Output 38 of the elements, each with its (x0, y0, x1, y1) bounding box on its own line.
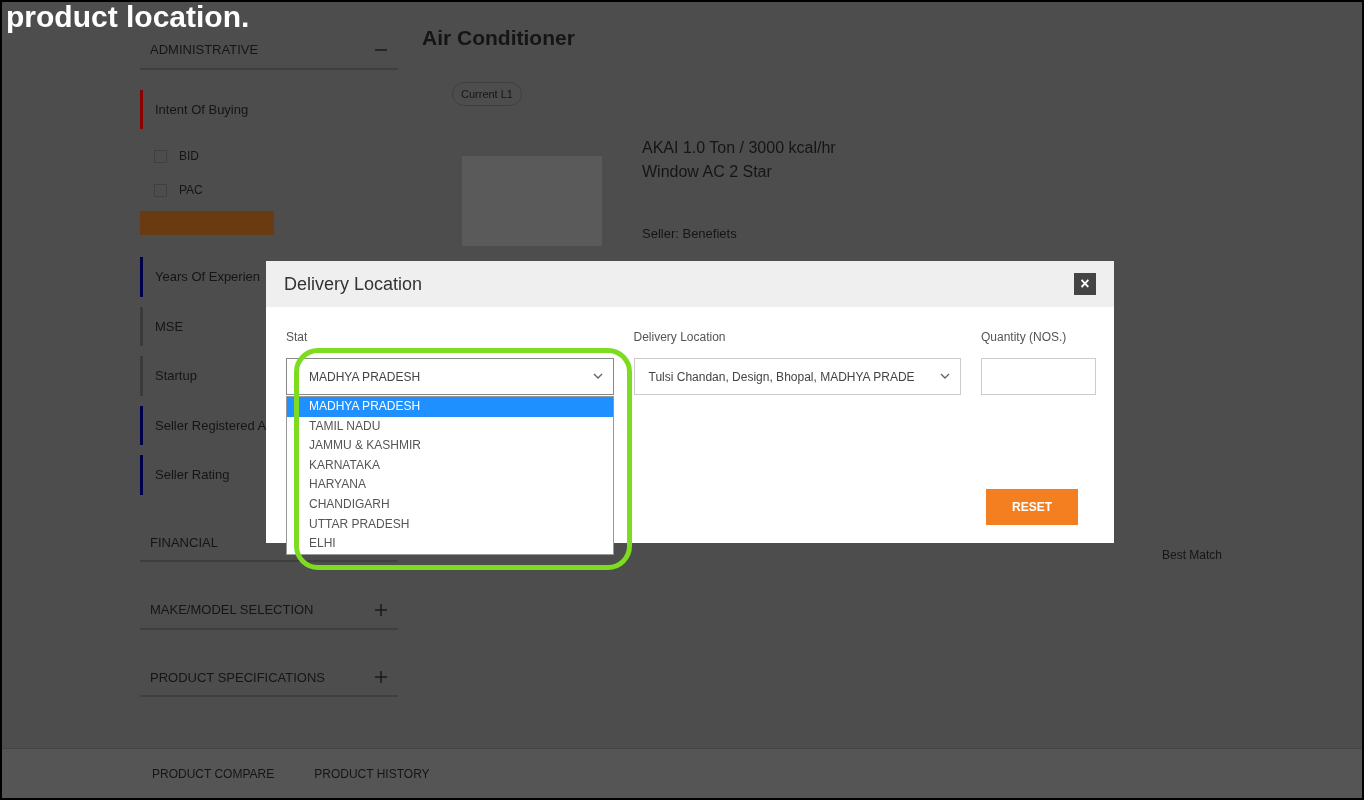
seller-name: Seller: Benefiets (642, 225, 738, 243)
modal-title: Delivery Location (284, 272, 423, 296)
dropdown-option[interactable]: UTTAR PRADESH (287, 514, 613, 535)
filter-heading[interactable]: Intent Of Buying (140, 89, 398, 129)
field-label: Quantity (NOS.) (981, 329, 1067, 346)
dropdown-option[interactable]: JAMMU & KASHMIR (287, 436, 613, 456)
checkbox-label: BID (179, 148, 199, 165)
state-select[interactable]: MADHYA PRADESH (286, 358, 614, 395)
product-name[interactable]: AKAI 1.0 Ton / 3000 kcal/hr Window AC 2 Star (642, 136, 872, 184)
section-title[interactable]: ADMINISTRATIVE (150, 40, 259, 60)
filter-button[interactable] (140, 211, 274, 235)
section-title[interactable]: FINANCIAL (150, 532, 218, 552)
quantity-field[interactable] (981, 358, 1096, 395)
dropdown-option[interactable]: CHANDIGARH (287, 494, 613, 515)
sort-dropdown[interactable]: Best Match (1161, 546, 1222, 564)
field-label: Delivery Location (633, 329, 726, 346)
chevron-down-icon (940, 373, 950, 380)
caption-text: product location. (6, 2, 250, 32)
page-title: Air Conditioner (422, 25, 576, 51)
plus-icon[interactable] (374, 602, 388, 617)
select-value: MADHYA PRADESH (309, 368, 421, 386)
select-value: Tulsi Chandan, Design, Bhopal, MADHYA PRADE (648, 368, 915, 386)
section-title[interactable]: MAKE/MODEL SELECTION (150, 600, 314, 620)
dropdown-option[interactable]: HARYANA (287, 475, 613, 495)
dropdown-option[interactable]: TAMIL NADU (287, 416, 613, 437)
bottom-tab[interactable]: PRODUCT HISTORY (314, 764, 430, 783)
dropdown-option[interactable]: KARNATAKA (287, 455, 613, 476)
plus-icon[interactable] (374, 670, 388, 685)
dropdown-option[interactable]: ELHI (287, 534, 613, 554)
bottom-tab[interactable]: PRODUCT COMPARE (152, 764, 275, 783)
section-title[interactable]: PRODUCT SPECIFICATIONS (150, 667, 326, 687)
reset-button[interactable]: RESET (986, 489, 1078, 525)
checkbox-label: PAC (179, 182, 203, 199)
close-button[interactable]: × (1074, 273, 1096, 295)
chevron-down-icon (592, 373, 603, 380)
dropdown-option[interactable]: MADHYA PRADESH (287, 397, 613, 417)
field-label: Stat (286, 329, 308, 346)
location-select[interactable]: Tulsi Chandan, Design, Bhopal, MADHYA PRADE (633, 358, 961, 395)
